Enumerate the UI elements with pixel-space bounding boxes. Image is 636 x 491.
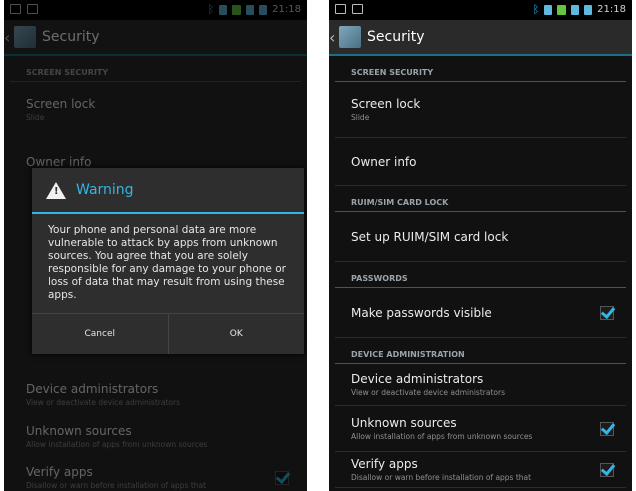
device-administrators-item[interactable]: Device administrators View or deactivate… xyxy=(10,376,301,414)
screen-notification-icon xyxy=(335,4,346,14)
unknown-sources-item[interactable]: Unknown sources Allow installation of ap… xyxy=(10,414,301,460)
status-bar: ᛒ 21:18 xyxy=(4,0,307,20)
ok-button[interactable]: OK xyxy=(167,314,305,354)
signal-icon xyxy=(232,4,242,15)
battery-icon xyxy=(259,4,268,15)
page-title: Security xyxy=(367,29,425,45)
left-screen: ᛒ 21:18 ‹ Security SCREEN SECURITY Scree… xyxy=(4,0,307,491)
section-header-screen-security: SCREEN SECURITY xyxy=(335,56,626,82)
settings-app-icon[interactable] xyxy=(339,26,361,48)
signal-2-icon xyxy=(571,4,580,15)
page-title: Security xyxy=(42,29,100,45)
screen-lock-item[interactable]: Screen lock Slide xyxy=(10,82,301,138)
passwords-visible-checkbox[interactable] xyxy=(600,305,614,320)
action-bar: ‹ Security xyxy=(329,20,632,56)
warning-dialog: Warning Your phone and personal data are… xyxy=(32,168,304,354)
wifi-icon xyxy=(544,4,553,15)
dialog-header: Warning xyxy=(32,168,304,214)
cancel-button[interactable]: Cancel xyxy=(32,314,168,354)
device-administrators-item[interactable]: Device administrators View or deactivate… xyxy=(335,364,626,406)
back-chevron-icon[interactable]: ‹ xyxy=(4,28,14,47)
verify-apps-checkbox[interactable] xyxy=(600,462,614,477)
verify-apps-item[interactable]: Verify apps Disallow or warn before inst… xyxy=(10,460,301,491)
sim-lock-item[interactable]: Set up RUIM/SIM card lock xyxy=(335,212,626,262)
owner-info-item[interactable]: Owner info xyxy=(335,138,626,186)
status-bar: ᛒ 21:18 xyxy=(329,0,632,20)
section-header-device-admin: DEVICE ADMINISTRATION xyxy=(335,338,626,364)
verify-apps-item[interactable]: Verify apps Disallow or warn before inst… xyxy=(335,452,626,488)
dialog-buttons: Cancel OK xyxy=(32,313,304,354)
image-notification-icon xyxy=(27,4,38,14)
action-bar: ‹ Security xyxy=(4,20,307,56)
section-header: SCREEN SECURITY xyxy=(10,56,301,82)
warning-icon xyxy=(46,181,66,199)
unknown-sources-item[interactable]: Unknown sources Allow installation of ap… xyxy=(335,406,626,452)
make-passwords-visible-item[interactable]: Make passwords visible xyxy=(335,288,626,338)
verify-apps-checkbox[interactable] xyxy=(275,470,289,485)
screen-lock-item[interactable]: Screen lock Slide xyxy=(335,82,626,138)
signal-2-icon xyxy=(246,4,255,15)
right-screen: ᛒ 21:18 ‹ Security SCREEN SECURITY Scree… xyxy=(329,0,632,491)
section-header-passwords: PASSWORDS xyxy=(335,262,626,288)
unknown-sources-checkbox[interactable] xyxy=(600,421,614,436)
dialog-message: Your phone and personal data are more vu… xyxy=(48,224,286,301)
bluetooth-icon: ᛒ xyxy=(207,2,215,16)
wifi-icon xyxy=(219,4,228,15)
clock: 21:18 xyxy=(272,4,301,15)
section-header-ruim-sim: RUIM/SIM CARD LOCK xyxy=(335,186,626,212)
dialog-title: Warning xyxy=(76,182,134,198)
screen-notification-icon xyxy=(10,4,21,14)
settings-list: SCREEN SECURITY Screen lock Slide Owner … xyxy=(329,56,632,491)
battery-icon xyxy=(584,4,593,15)
clock: 21:18 xyxy=(597,4,626,15)
settings-app-icon[interactable] xyxy=(14,26,36,48)
image-notification-icon xyxy=(352,4,363,14)
signal-icon xyxy=(557,4,567,15)
bluetooth-icon: ᛒ xyxy=(532,2,540,16)
back-chevron-icon[interactable]: ‹ xyxy=(329,28,339,47)
